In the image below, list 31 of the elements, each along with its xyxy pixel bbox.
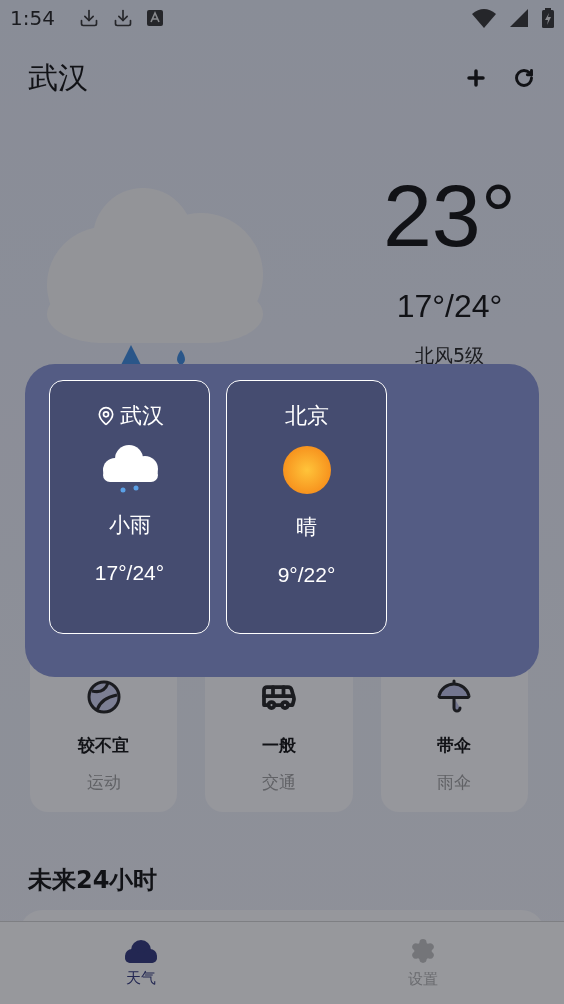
index-value: 较不宜 — [78, 734, 130, 757]
wifi-icon — [472, 8, 496, 28]
temperature-range: 17°/24° — [396, 288, 503, 325]
wind-text: 北风5级 — [414, 343, 484, 368]
city-name: 北京 — [284, 402, 329, 430]
refresh-button[interactable] — [512, 66, 536, 90]
city-name: 武汉 — [119, 402, 164, 430]
current-temperature: 23° — [382, 172, 516, 260]
signal-icon — [510, 9, 528, 27]
city-title: 武汉 — [28, 58, 89, 97]
weather-condition: 晴 — [296, 514, 317, 541]
battery-icon — [542, 8, 554, 28]
cloud-icon — [124, 938, 158, 963]
sun-icon — [281, 445, 332, 495]
city-card[interactable]: 北京 晴 9°/22° — [226, 380, 387, 634]
temperature-range: 17°/24° — [94, 561, 165, 585]
index-value: 一般 — [262, 734, 296, 757]
city-card[interactable]: 武汉 小雨 17°/24° — [49, 380, 210, 634]
download-icon — [78, 8, 99, 28]
index-value: 带伞 — [437, 734, 472, 757]
temperature-range: 9°/22° — [277, 563, 336, 587]
keyboard-a-icon — [146, 10, 163, 26]
ball-icon — [86, 680, 121, 714]
download-icon — [112, 8, 133, 28]
section-title: 未来24小时 — [28, 865, 159, 896]
umbrella-icon — [436, 678, 473, 714]
weather-condition: 小雨 — [108, 512, 151, 539]
status-time: 1:54 — [10, 6, 55, 30]
tab[interactable]: 天气 — [0, 922, 282, 1004]
rain-cloud-icon — [100, 443, 159, 495]
settings-icon — [410, 937, 436, 964]
